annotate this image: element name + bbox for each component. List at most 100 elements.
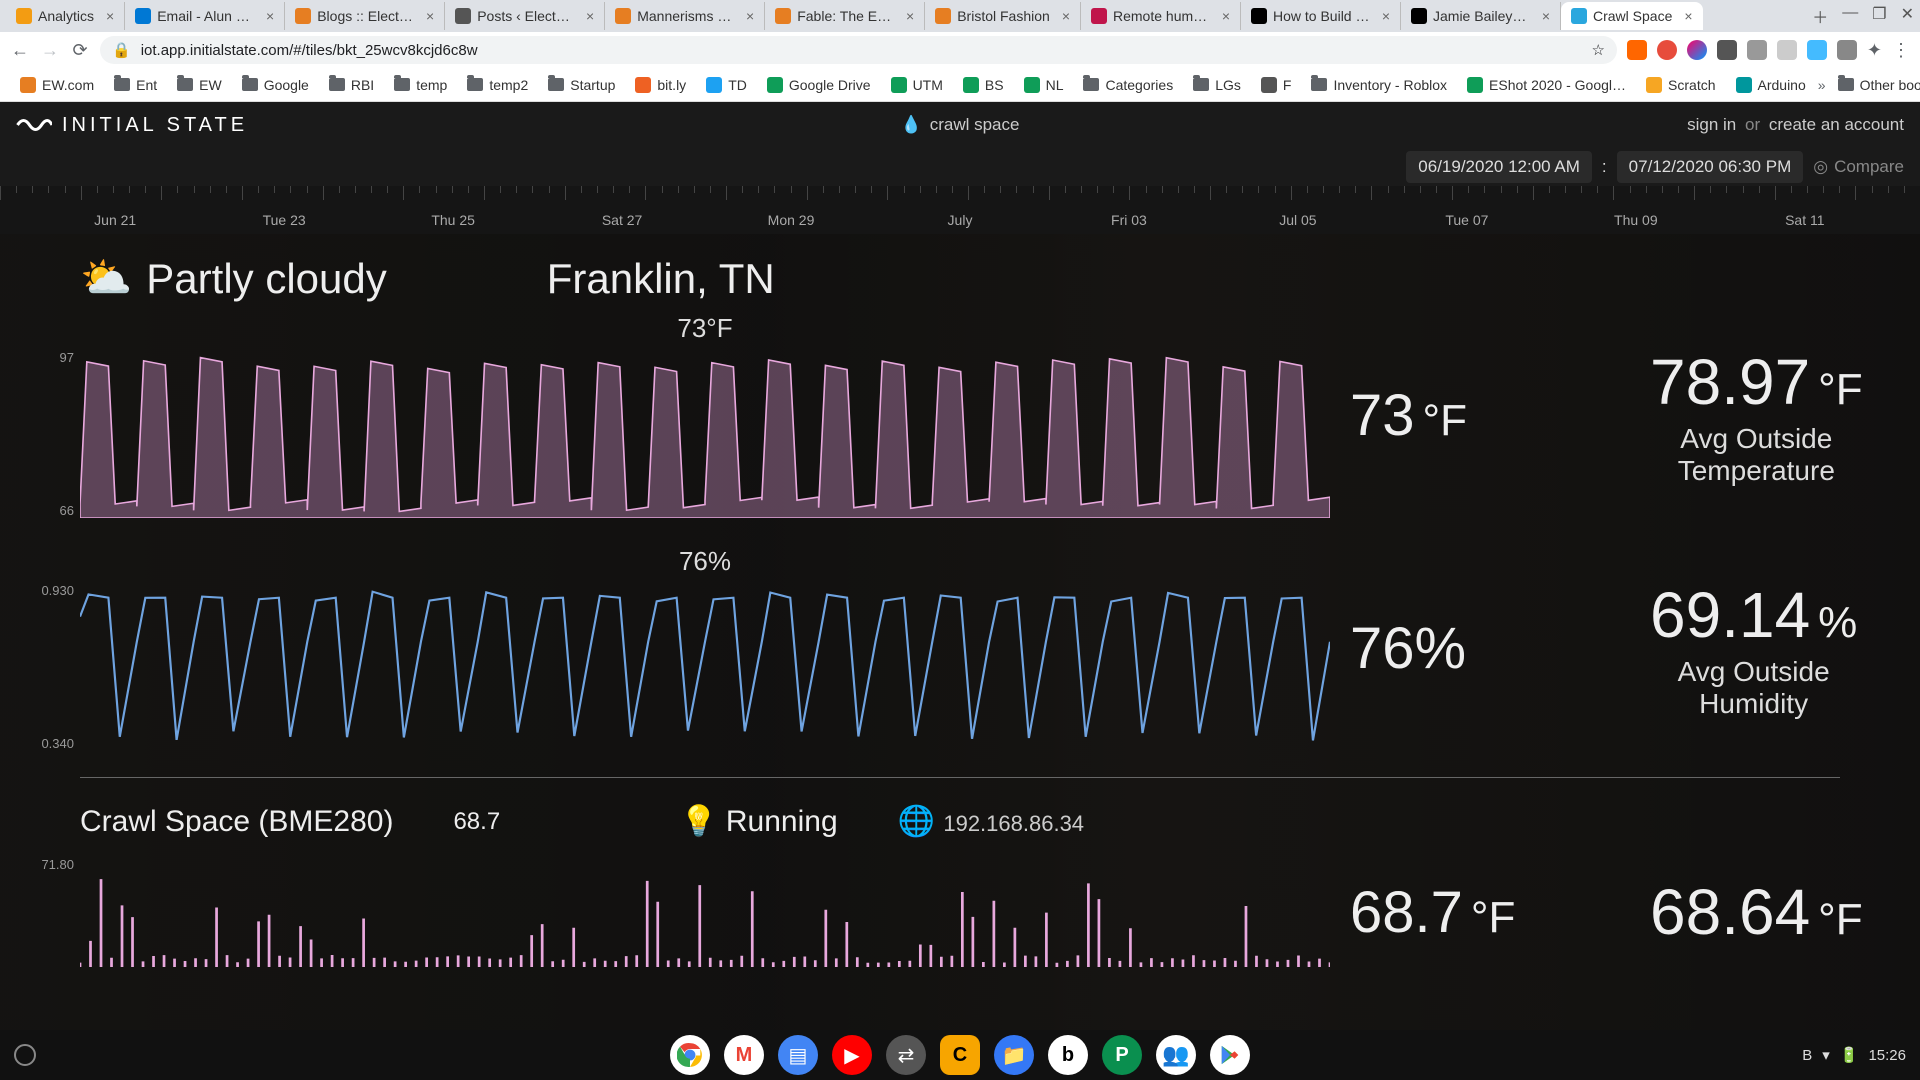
ext-icon[interactable] xyxy=(1747,40,1767,60)
bookmark-item[interactable]: temp2 xyxy=(459,77,536,93)
star-icon[interactable]: ☆ xyxy=(1591,41,1604,59)
app-icon[interactable]: P xyxy=(1102,1035,1142,1075)
ext-icon[interactable] xyxy=(1837,40,1857,60)
y-axis-label: 0.340 xyxy=(41,736,74,751)
play-store-icon[interactable] xyxy=(1210,1035,1250,1075)
extensions: ✦ ⋮ xyxy=(1627,40,1910,61)
teams-icon[interactable]: 👥 xyxy=(1156,1035,1196,1075)
browser-tab[interactable]: Email - Alun Willi…× xyxy=(125,2,285,30)
browser-tab[interactable]: Mannerisms | Ele…× xyxy=(605,2,765,30)
browser-tab[interactable]: Crawl Space× xyxy=(1561,2,1703,30)
bookmark-item[interactable]: temp xyxy=(386,77,455,93)
bookmark-item[interactable]: RBI xyxy=(321,77,382,93)
timeline-label: Tue 23 xyxy=(263,212,306,228)
auth-links: sign in or create an account xyxy=(1687,115,1904,135)
ext-icon[interactable] xyxy=(1777,40,1797,60)
close-tab-icon[interactable]: × xyxy=(1382,8,1390,24)
create-account-link[interactable]: create an account xyxy=(1769,115,1904,134)
close-tab-icon[interactable]: × xyxy=(1542,8,1550,24)
other-bookmarks[interactable]: Other bookmarks xyxy=(1830,77,1920,93)
back-button[interactable]: ← xyxy=(10,40,30,60)
close-tab-icon[interactable]: × xyxy=(906,8,914,24)
bookmark-item[interactable]: Google Drive xyxy=(759,77,879,93)
bookmark-item[interactable]: TD xyxy=(698,77,755,93)
droplet-icon: 💧 xyxy=(901,115,922,135)
address-bar[interactable]: 🔒 iot.app.initialstate.com/#/tiles/bkt_2… xyxy=(100,36,1617,64)
youtube-icon[interactable]: ▶ xyxy=(832,1035,872,1075)
browser-tab[interactable]: Jamie Bailey – M…× xyxy=(1401,2,1561,30)
bookmark-item[interactable]: Google xyxy=(234,77,317,93)
status-tray[interactable]: B ▾ 🔋 15:26 xyxy=(1802,1046,1906,1064)
launcher-button[interactable] xyxy=(14,1044,36,1066)
app-icon[interactable]: C xyxy=(940,1035,980,1075)
close-tab-icon[interactable]: × xyxy=(1684,8,1692,24)
bookmark-item[interactable]: EShot 2020 - Googl… xyxy=(1459,77,1634,93)
new-tab-button[interactable]: ＋ xyxy=(1812,4,1828,28)
lock-icon: 🔒 xyxy=(112,41,131,59)
bookmark-item[interactable]: bit.ly xyxy=(627,77,694,93)
ext-icon[interactable] xyxy=(1807,40,1827,60)
forward-button[interactable]: → xyxy=(40,40,60,60)
browser-tab[interactable]: Blogs :: Electroni…× xyxy=(285,2,445,30)
close-tab-icon[interactable]: × xyxy=(586,8,594,24)
sign-in-link[interactable]: sign in xyxy=(1687,115,1736,134)
bookmark-item[interactable]: Arduino xyxy=(1728,77,1814,93)
bookmark-item[interactable]: BS xyxy=(955,77,1012,93)
bookmark-item[interactable]: EW xyxy=(169,77,230,93)
bookmark-item[interactable]: Startup xyxy=(540,77,623,93)
bookmark-item[interactable]: Inventory - Roblox xyxy=(1303,77,1455,93)
browser-tab[interactable]: Fable: The Entrep…× xyxy=(765,2,925,30)
bookmark-item[interactable]: UTM xyxy=(883,77,951,93)
minimize-button[interactable]: ― xyxy=(1842,4,1858,28)
bookmark-item[interactable]: Categories xyxy=(1075,77,1181,93)
compare-button[interactable]: ◎ Compare xyxy=(1813,157,1904,177)
crawl-chart[interactable]: 71.80 xyxy=(80,857,1330,967)
bookmark-item[interactable]: NL xyxy=(1016,77,1072,93)
date-to-input[interactable]: 07/12/2020 06:30 PM xyxy=(1617,151,1804,183)
close-tab-icon[interactable]: × xyxy=(106,8,114,24)
target-icon: ◎ xyxy=(1813,157,1828,177)
browser-tab[interactable]: Remote humidity…× xyxy=(1081,2,1241,30)
bookmark-item[interactable]: Scratch xyxy=(1638,77,1723,93)
humidity-chart[interactable]: 0.930 0.340 xyxy=(80,583,1330,751)
close-tab-icon[interactable]: × xyxy=(746,8,754,24)
brand-logo[interactable]: INITIAL STATE xyxy=(16,113,248,137)
ext-icon[interactable] xyxy=(1627,40,1647,60)
bookmark-item[interactable]: LGs xyxy=(1185,77,1249,93)
bookmark-item[interactable]: F xyxy=(1253,77,1300,93)
close-tab-icon[interactable]: × xyxy=(266,8,274,24)
extensions-icon[interactable]: ✦ xyxy=(1867,40,1882,61)
gmail-icon[interactable]: M xyxy=(724,1035,764,1075)
browser-tab[interactable]: Posts ‹ Electroni… × xyxy=(445,2,605,30)
bookmark-item[interactable]: Ent xyxy=(106,77,165,93)
browser-tab[interactable]: Analytics × xyxy=(6,2,125,30)
menu-icon[interactable]: ⋮ xyxy=(1892,40,1910,61)
bookmark-favicon xyxy=(1024,77,1040,93)
chrome-icon[interactable] xyxy=(670,1035,710,1075)
app-icon[interactable]: b xyxy=(1048,1035,1088,1075)
close-tab-icon[interactable]: × xyxy=(1062,8,1070,24)
close-tab-icon[interactable]: × xyxy=(426,8,434,24)
temp-chart[interactable]: 97 66 xyxy=(80,350,1330,518)
reload-button[interactable]: ⟳ xyxy=(70,40,90,60)
maximize-button[interactable]: ❐ xyxy=(1872,4,1886,28)
app-icon[interactable]: ⇄ xyxy=(886,1035,926,1075)
favicon xyxy=(1571,8,1587,24)
browser-tab[interactable]: Bristol Fashion× xyxy=(925,2,1081,30)
docs-icon[interactable]: ▤ xyxy=(778,1035,818,1075)
tab-label: Analytics xyxy=(38,8,94,24)
ext-icon[interactable] xyxy=(1687,40,1707,60)
timeline-label: Thu 25 xyxy=(431,212,475,228)
bookmark-item[interactable]: EW.com xyxy=(12,77,102,93)
tab-label: Posts ‹ Electroni… xyxy=(477,8,574,24)
bucket-title[interactable]: 💧 crawl space xyxy=(901,115,1020,135)
bookmarks-overflow[interactable]: » xyxy=(1818,77,1826,93)
date-from-input[interactable]: 06/19/2020 12:00 AM xyxy=(1406,151,1592,183)
close-window-button[interactable]: ✕ xyxy=(1901,4,1914,28)
files-icon[interactable]: 📁 xyxy=(994,1035,1034,1075)
timeline[interactable]: Jun 21Tue 23Thu 25Sat 27Mon 29JulyFri 03… xyxy=(0,186,1920,234)
ext-icon[interactable] xyxy=(1657,40,1677,60)
ext-icon[interactable] xyxy=(1717,40,1737,60)
close-tab-icon[interactable]: × xyxy=(1222,8,1230,24)
browser-tab[interactable]: How to Build a C…× xyxy=(1241,2,1401,30)
